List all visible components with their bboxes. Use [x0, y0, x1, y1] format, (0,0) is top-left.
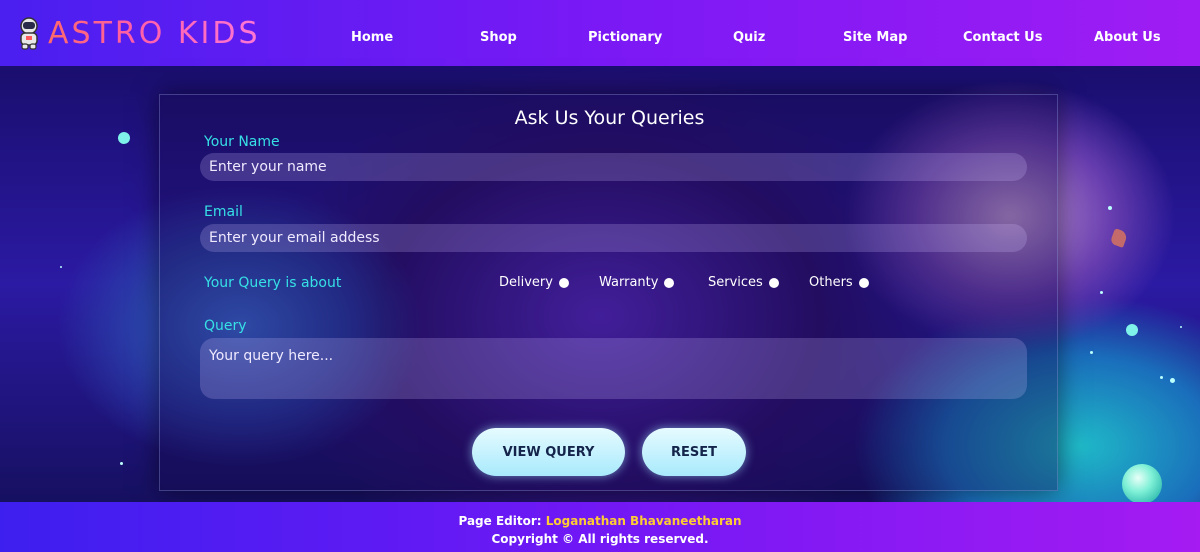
query-textarea[interactable]: Your query here... — [200, 338, 1027, 399]
nav-contact-us[interactable]: Contact Us — [963, 30, 1042, 45]
nav-about-us[interactable]: About Us — [1094, 30, 1161, 45]
email-label: Email — [204, 204, 243, 220]
footer-editor-prefix: Page Editor: — [458, 514, 546, 528]
site-logo[interactable]: ASTRO KIDS — [14, 0, 314, 66]
footer: Page Editor: Loganathan Bhavaneetharan C… — [0, 502, 1200, 552]
radio-warranty-label: Warranty — [599, 275, 659, 290]
radio-delivery[interactable]: Delivery — [499, 275, 569, 290]
radio-delivery-label: Delivery — [499, 275, 553, 290]
name-input[interactable]: Enter your name — [200, 153, 1027, 181]
footer-editor-line: Page Editor: Loganathan Bhavaneetharan — [0, 514, 1200, 528]
radio-others[interactable]: Others — [809, 275, 869, 290]
green-planet — [1122, 464, 1162, 502]
radio-warranty[interactable]: Warranty — [599, 275, 675, 290]
nav-pictionary[interactable]: Pictionary — [588, 30, 662, 45]
star — [1180, 326, 1182, 328]
radio-button[interactable] — [768, 277, 779, 288]
radio-services[interactable]: Services — [708, 275, 779, 290]
footer-copyright: Copyright © All rights reserved. — [491, 532, 709, 546]
small-planet — [118, 132, 130, 144]
logo-text: ASTRO KIDS — [48, 15, 261, 51]
radio-button[interactable] — [558, 277, 569, 288]
radio-button[interactable] — [858, 277, 869, 288]
star — [120, 462, 123, 465]
top-navbar: ASTRO KIDS Home Shop Pictionary Quiz Sit… — [0, 0, 1200, 66]
email-input[interactable]: Enter your email addess — [200, 224, 1027, 252]
star — [1160, 376, 1163, 379]
nav-quiz[interactable]: Quiz — [733, 30, 765, 45]
footer-editor-name: Loganathan Bhavaneetharan — [545, 514, 742, 528]
small-planet — [1126, 324, 1138, 336]
radio-button[interactable] — [664, 277, 675, 288]
query-form-panel: Ask Us Your Queries Your Name Enter your… — [159, 94, 1058, 491]
star — [1108, 206, 1112, 210]
nav-site-map[interactable]: Site Map — [843, 30, 907, 45]
reset-button[interactable]: RESET — [642, 428, 746, 476]
asteroid — [1109, 228, 1129, 248]
radio-others-label: Others — [809, 275, 853, 290]
view-query-button[interactable]: VIEW QUERY — [472, 428, 625, 476]
nav-home[interactable]: Home — [351, 30, 393, 45]
star — [1090, 351, 1093, 354]
nav-shop[interactable]: Shop — [480, 30, 517, 45]
star — [60, 266, 62, 268]
form-title: Ask Us Your Queries — [514, 107, 705, 129]
name-label: Your Name — [204, 134, 280, 150]
radio-services-label: Services — [708, 275, 763, 290]
star — [1100, 291, 1103, 294]
query-about-label: Your Query is about — [204, 275, 342, 291]
query-label: Query — [204, 318, 247, 334]
star — [1170, 378, 1175, 383]
astronaut-icon — [20, 17, 38, 50]
